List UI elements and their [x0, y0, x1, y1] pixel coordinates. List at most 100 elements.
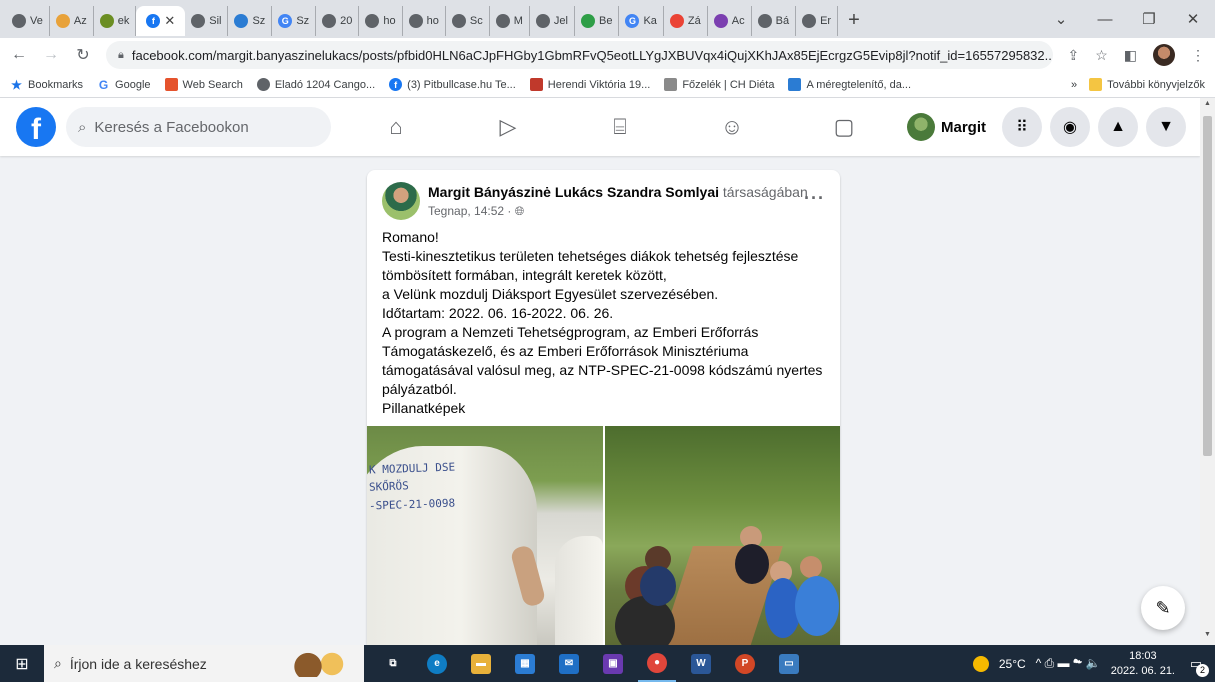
taskbar-app-word[interactable]: W — [682, 645, 720, 682]
account-button[interactable]: ▼ — [1146, 107, 1186, 147]
taskbar-app-chrome[interactable]: ● — [638, 645, 676, 682]
weather-temperature[interactable]: 25°C — [999, 657, 1026, 671]
taskbar-app-save[interactable]: ▣ — [594, 645, 632, 682]
author-avatar[interactable] — [382, 182, 420, 220]
google-icon: G — [98, 77, 109, 92]
browser-tab[interactable]: Be — [575, 6, 620, 36]
post-timestamp[interactable]: Tegnap, 14:52 · — [428, 204, 511, 218]
browser-tab[interactable]: ek — [94, 6, 137, 36]
browser-tab[interactable]: Ac — [708, 6, 752, 36]
browser-tab[interactable]: ho — [359, 6, 403, 36]
profile-avatar[interactable] — [1153, 44, 1175, 66]
reload-button[interactable]: ↻ — [74, 45, 92, 65]
menu-grid-button[interactable]: ⠿ — [1002, 107, 1042, 147]
taskbar-search[interactable]: ⌕ Írjon ide a kereséshez — [44, 645, 364, 682]
browser-tab[interactable]: M — [490, 6, 530, 36]
post-options-button[interactable]: ··· — [804, 188, 825, 209]
taskbar-app-powerpoint[interactable]: P — [726, 645, 764, 682]
browser-tab[interactable]: Sz — [228, 6, 273, 36]
menu-kebab-icon[interactable]: ⋮ — [1191, 47, 1205, 64]
bookmark-star-icon[interactable]: ☆ — [1095, 47, 1108, 64]
share-icon[interactable]: ⇪ — [1067, 47, 1079, 64]
browser-tab[interactable]: Az — [50, 6, 94, 36]
taskbar-app-task-view[interactable]: ⧉ — [374, 645, 412, 682]
edge-icon: e — [427, 653, 447, 674]
messenger-button[interactable]: ◉ — [1050, 107, 1090, 147]
new-tab-button[interactable]: + — [838, 9, 870, 32]
browser-tab[interactable]: G Sz — [272, 6, 317, 36]
minimize-button[interactable]: — — [1083, 11, 1127, 28]
taskbar-app-photos[interactable]: ▭ — [770, 645, 808, 682]
browser-tab[interactable]: Ve — [6, 6, 50, 36]
nav-watch[interactable]: ▷ — [452, 98, 564, 156]
browser-tab[interactable]: G Ka — [619, 6, 664, 36]
taskbar-clock[interactable]: 18:03 2022. 06. 21. — [1111, 649, 1175, 679]
tray-icons[interactable]: ^ ⎙ ▬ ☁ 🔈 — [1036, 656, 1101, 671]
bookmark-item[interactable]: Főzelék | CH Diéta — [664, 78, 774, 91]
address-bar[interactable]: 🔒︎ facebook.com/margit.banyaszinelukacs/… — [106, 41, 1054, 69]
globe-icon — [408, 14, 423, 28]
close-window-button[interactable]: ✕ — [1171, 10, 1215, 28]
photo-person-head — [800, 556, 822, 578]
gaming-icon: ▢ — [833, 114, 855, 139]
taskbar-app-store[interactable]: ▦ — [506, 645, 544, 682]
bookmark-item[interactable]: Eladó 1204 Cango... — [256, 78, 375, 91]
post-photo-2[interactable] — [605, 426, 840, 645]
browser-tab[interactable]: f ✕ — [136, 6, 186, 36]
restore-button[interactable]: ❐ — [1127, 10, 1171, 28]
tab-label: Sil — [209, 15, 222, 27]
gmail-icon — [669, 14, 684, 28]
nav-groups[interactable]: ☺ — [676, 98, 788, 156]
browser-tab[interactable]: Er — [796, 6, 839, 36]
bookmark-item[interactable]: A méregtelenítő, da... — [788, 78, 911, 91]
bookmarks-bar: ★ Bookmarks G Google Web Search Eladó 1204 Ca… — [0, 72, 1215, 98]
plus-square-icon — [580, 14, 595, 28]
post-photo-1[interactable]: K MOZDULJ DSE SKŐRÖS -SPEC-21-0098 — [367, 426, 603, 645]
scrollbar-thumb[interactable] — [1203, 116, 1212, 456]
nav-home[interactable]: ⌂ — [340, 98, 452, 156]
back-button[interactable]: ← — [10, 46, 28, 64]
profile-chip[interactable]: Margit — [903, 109, 994, 145]
scroll-down-arrow[interactable]: ▼ — [1200, 631, 1215, 645]
taskbar-apps: ⧉ e ▬ ▦ ✉ ▣ ● W P ▭ — [374, 645, 808, 682]
bookmark-item[interactable]: ★ Bookmarks — [10, 78, 84, 92]
start-button[interactable]: ⊞ — [0, 645, 44, 682]
bookmark-list: ★ Bookmarks G Google Web Search Eladó 1204 Ca… — [10, 77, 911, 92]
taskbar-app-file-explorer[interactable]: ▬ — [462, 645, 500, 682]
browser-tab[interactable]: Jel — [530, 6, 575, 36]
facebook-search-box[interactable]: ⌕ Keresés a Facebookon — [66, 107, 331, 147]
notification-center-button[interactable]: 2 ▭ — [1185, 653, 1209, 677]
browser-tab[interactable]: 20 — [316, 6, 360, 36]
forward-button[interactable]: → — [42, 46, 60, 64]
diet-icon — [664, 78, 678, 91]
scroll-up-arrow[interactable]: ▲ — [1200, 100, 1215, 114]
tab-label: Az — [73, 15, 87, 27]
browser-tab[interactable]: ho — [403, 6, 446, 36]
weather-sun-icon[interactable] — [972, 655, 989, 672]
bookmark-label: Bookmarks — [28, 78, 84, 91]
bookmark-item[interactable]: G Google — [97, 77, 151, 92]
tab-label: Zá — [687, 15, 701, 27]
side-panel-icon[interactable]: ◧ — [1124, 47, 1137, 64]
browser-tab[interactable]: Sil — [185, 6, 229, 36]
more-bookmarks-chevron[interactable]: » — [1071, 79, 1077, 91]
taskbar-app-mail[interactable]: ✉ — [550, 645, 588, 682]
file-explorer-icon: ▬ — [471, 653, 491, 674]
bookmark-item[interactable]: f (3) Pitbullcase.hu Te... — [389, 78, 516, 91]
bookmark-item[interactable]: Web Search — [164, 78, 243, 91]
bookmark-item[interactable]: Herendi Viktória 19... — [529, 78, 650, 91]
nav-gaming[interactable]: ▢ — [788, 98, 900, 156]
new-message-button[interactable]: ✎ — [1141, 586, 1185, 630]
other-bookmarks-folder[interactable]: További könyvjelzők — [1089, 78, 1205, 91]
tab-search-chevron[interactable]: ⌄ — [1039, 10, 1083, 28]
close-tab-icon[interactable]: ✕ — [164, 13, 175, 29]
browser-tab[interactable]: Sc — [446, 6, 490, 36]
taskbar-app-edge[interactable]: e — [418, 645, 456, 682]
post-author[interactable]: Margit Bányászinė Lukács Szandra Somlyai — [428, 184, 719, 200]
facebook-logo[interactable]: f — [16, 107, 56, 147]
browser-tab[interactable]: Zá — [664, 6, 708, 36]
page-scrollbar[interactable]: ▲ ▼ — [1200, 98, 1215, 645]
nav-marketplace[interactable]: ⌸ — [564, 98, 676, 156]
browser-tab[interactable]: Bá — [752, 6, 797, 36]
notifications-button[interactable]: ▲ — [1098, 107, 1138, 147]
